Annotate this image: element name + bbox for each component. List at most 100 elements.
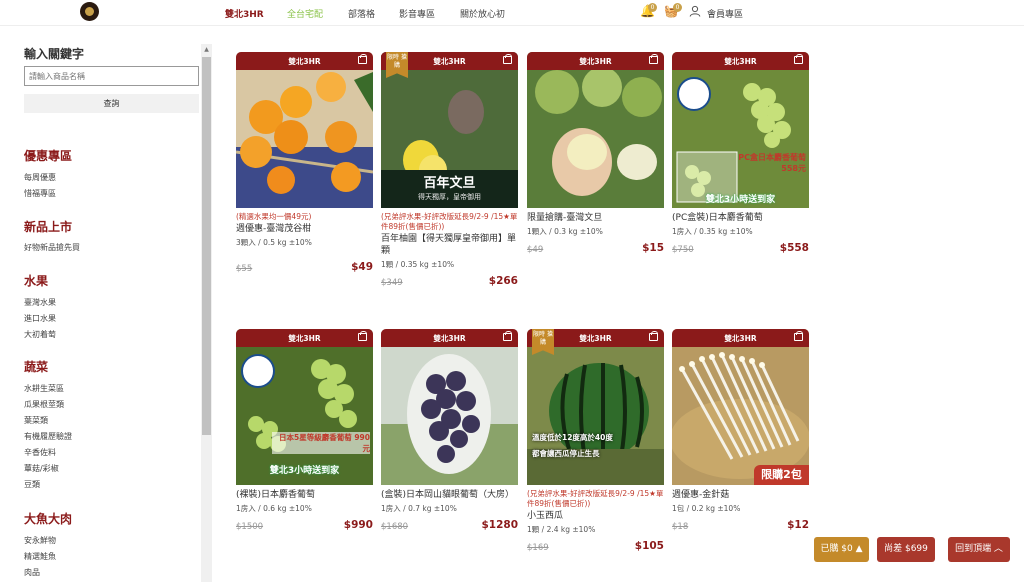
category-title[interactable]: 優惠專區 bbox=[24, 147, 72, 164]
product-card[interactable]: 雙北3HR (盒裝)日本岡山貓眼葡萄（大房） 1房入 / 0.7 kg ±10%… bbox=[381, 329, 518, 533]
product-name[interactable]: 週優惠-金針菇 bbox=[672, 489, 809, 501]
add-to-cart-icon[interactable] bbox=[358, 331, 367, 341]
add-to-cart-icon[interactable] bbox=[649, 331, 658, 341]
add-to-cart-icon[interactable] bbox=[358, 54, 367, 64]
overlay-subtitle: 得天獨厚，皇帝御用 bbox=[418, 193, 481, 201]
bought-total-button[interactable]: 已購 $0 ▲ bbox=[814, 537, 869, 562]
original-price: $169 bbox=[527, 543, 549, 553]
product-image[interactable]: 溫度低於12度高於40度 都會讓西瓜停止生長 雙北3HR 限時 搶購 bbox=[527, 329, 664, 485]
category-item[interactable]: 精選鮭魚 bbox=[24, 551, 56, 562]
cart-count-badge: 0 bbox=[673, 3, 682, 12]
category-item[interactable]: 惜福專區 bbox=[24, 188, 56, 199]
category-item[interactable]: 葉菜類 bbox=[24, 415, 48, 426]
nav-item-blog[interactable]: 部落格 bbox=[348, 7, 375, 20]
product-name[interactable]: 限量搶購-臺灣文旦 bbox=[527, 212, 664, 224]
product-card[interactable]: 溫度低於12度高於40度 都會讓西瓜停止生長 雙北3HR 限時 搶購 (兄弟評水… bbox=[527, 329, 664, 554]
nav-item-video[interactable]: 影音專區 bbox=[399, 7, 435, 20]
search-button[interactable]: 查詢 bbox=[24, 94, 199, 113]
product-card[interactable]: 雙北3HR (精選水果均一價49元) 週優惠-臺灣茂谷柑 3顆入 / 0.5 k… bbox=[236, 52, 373, 275]
nav-item-about[interactable]: 關於放心初 bbox=[460, 7, 505, 20]
product-promo: (精選水果均一價49元) bbox=[236, 212, 312, 221]
category-title[interactable]: 蔬菜 bbox=[24, 358, 48, 375]
add-to-cart-icon[interactable] bbox=[794, 54, 803, 64]
category-item[interactable]: 蕈菇/彩椒 bbox=[24, 463, 59, 474]
product-image[interactable]: 雙北3HR bbox=[527, 52, 664, 208]
product-card[interactable]: 百年文旦 得天獨厚，皇帝御用 雙北3HR 限時 搶購 (兄弟評水果-好評改版延長… bbox=[381, 52, 518, 289]
top-navbar: 雙北3HR 全台宅配 部落格 影音專區 關於放心初 🔔 0 🧺 0 會員專區 bbox=[0, 0, 1024, 26]
product-image[interactable]: 雙北3HR bbox=[236, 52, 373, 208]
overlay-subtitle: 雙北3小時送到家 bbox=[269, 466, 340, 476]
category-item[interactable]: 肉品 bbox=[24, 567, 40, 578]
product-name[interactable]: 週優惠-臺灣茂谷柑 bbox=[236, 223, 373, 235]
notice-count-badge: 0 bbox=[648, 3, 657, 12]
product-image[interactable]: 雙北3HR 限購2包 bbox=[672, 329, 809, 485]
product-image[interactable]: 雙北3HR bbox=[381, 329, 518, 485]
sale-price: $49 bbox=[351, 261, 373, 273]
user-icon[interactable] bbox=[689, 5, 701, 19]
product-image[interactable]: 日本5星等級麝香葡萄 990元 雙北3小時送到家 雙北3HR bbox=[236, 329, 373, 485]
sale-price: $12 bbox=[787, 519, 809, 531]
sale-price: $1280 bbox=[481, 519, 518, 531]
category-item[interactable]: 有機履歷驗證 bbox=[24, 431, 72, 442]
category-item[interactable]: 進口水果 bbox=[24, 313, 56, 324]
product-name[interactable]: (PC盒裝)日本麝香葡萄 bbox=[672, 212, 809, 224]
product-delivery-bar: 雙北3HR bbox=[381, 329, 518, 347]
product-spec: 1房入 / 0.7 kg ±10% bbox=[381, 504, 457, 513]
overlay-subtitle: 雙北3小時送到家 bbox=[705, 195, 776, 205]
add-to-cart-icon[interactable] bbox=[794, 331, 803, 341]
product-name[interactable]: (盒裝)日本岡山貓眼葡萄（大房） bbox=[381, 489, 518, 501]
original-price: $750 bbox=[672, 245, 694, 255]
product-delivery-bar: 雙北3HR bbox=[527, 52, 664, 70]
sale-price: $105 bbox=[634, 540, 664, 552]
product-promo: (兄弟評水果-好評改版延長9/2-9 /15★單件89折(售價已折)) bbox=[527, 489, 664, 508]
scroll-up-arrow-icon[interactable]: ▲ bbox=[201, 44, 212, 55]
category-item[interactable]: 臺灣水果 bbox=[24, 297, 56, 308]
category-title[interactable]: 水果 bbox=[24, 272, 48, 289]
purchase-limit-badge: 限購2包 bbox=[754, 465, 809, 485]
member-area-link[interactable]: 會員專區 bbox=[707, 7, 743, 20]
site-logo[interactable] bbox=[80, 2, 99, 21]
product-spec: 1顆入 / 0.3 kg ±10% bbox=[527, 227, 603, 236]
product-delivery-bar: 雙北3HR bbox=[672, 52, 809, 70]
product-image[interactable]: PC盒日本麝香葡萄 558元 雙北3小時送到家 雙北3HR bbox=[672, 52, 809, 208]
product-card[interactable]: PC盒日本麝香葡萄 558元 雙北3小時送到家 雙北3HR (PC盒裝)日本麝香… bbox=[672, 52, 809, 256]
overlay-price-text: PC盒日本麝香葡萄 558元 bbox=[738, 153, 806, 173]
add-to-cart-icon[interactable] bbox=[503, 331, 512, 341]
product-spec: 1顆 / 2.4 kg ±10% bbox=[527, 525, 596, 534]
product-name[interactable]: 百年柚園【得天獨厚皇帝御用】單顆 bbox=[381, 233, 518, 257]
product-name[interactable]: 小玉西瓜 bbox=[527, 510, 664, 522]
original-price: $49 bbox=[527, 245, 544, 255]
original-price: $349 bbox=[381, 278, 403, 288]
category-item[interactable]: 水耕生菜區 bbox=[24, 383, 64, 394]
product-name[interactable]: (裸裝)日本麝香葡萄 bbox=[236, 489, 373, 501]
scrollbar-thumb[interactable] bbox=[202, 57, 211, 435]
category-title[interactable]: 新品上市 bbox=[24, 218, 72, 235]
product-delivery-bar: 雙北3HR bbox=[236, 52, 373, 70]
product-card[interactable]: 雙北3HR 限量搶購-臺灣文旦 1顆入 / 0.3 kg ±10% $49 $1… bbox=[527, 52, 664, 256]
nav-item-delivery[interactable]: 全台宅配 bbox=[287, 7, 323, 20]
category-title[interactable]: 大魚大肉 bbox=[24, 510, 72, 527]
product-image[interactable]: 百年文旦 得天獨厚，皇帝御用 雙北3HR 限時 搶購 bbox=[381, 52, 518, 208]
category-item[interactable]: 每周優惠 bbox=[24, 172, 56, 183]
add-to-cart-icon[interactable] bbox=[503, 54, 512, 64]
shipping-difference-button[interactable]: 尚差 $699 bbox=[877, 537, 935, 562]
product-spec: 1房入 / 0.6 kg ±10% bbox=[236, 504, 312, 513]
category-item[interactable]: 瓜果根莖類 bbox=[24, 399, 64, 410]
category-item[interactable]: 辛香佐料 bbox=[24, 447, 56, 458]
product-card[interactable]: 日本5星等級麝香葡萄 990元 雙北3小時送到家 雙北3HR (裸裝)日本麝香葡… bbox=[236, 329, 373, 533]
add-to-cart-icon[interactable] bbox=[649, 54, 658, 64]
category-item[interactable]: 大初着萄 bbox=[24, 329, 56, 340]
category-item[interactable]: 豆類 bbox=[24, 479, 40, 490]
category-item[interactable]: 安永鮮物 bbox=[24, 535, 56, 546]
product-card[interactable]: 雙北3HR 限購2包 週優惠-金針菇 1包 / 0.2 kg ±10% $18 … bbox=[672, 329, 809, 533]
search-input[interactable] bbox=[24, 66, 199, 86]
nav-item-taipei-3hr[interactable]: 雙北3HR bbox=[225, 7, 264, 20]
back-to-top-button[interactable]: 回到頂端 ︿ bbox=[948, 537, 1010, 562]
product-delivery-bar: 雙北3HR bbox=[672, 329, 809, 347]
overlay-price-text: 日本5星等級麝香葡萄 990元 bbox=[272, 432, 370, 454]
category-item[interactable]: 好物新品搶先買 bbox=[24, 242, 80, 253]
sale-price: $990 bbox=[343, 519, 373, 531]
product-promo: (兄弟評水果-好評改版延長9/2-9 /15★單件89折(售價已折)) bbox=[381, 212, 518, 231]
product-delivery-bar: 雙北3HR bbox=[236, 329, 373, 347]
sidebar-scrollbar[interactable]: ▲ bbox=[201, 44, 212, 582]
